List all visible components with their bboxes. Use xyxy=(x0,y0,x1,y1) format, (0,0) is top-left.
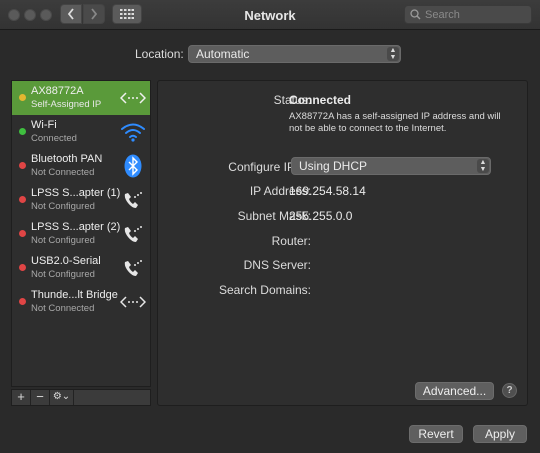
search-input[interactable] xyxy=(425,8,525,21)
service-status: Not Configured xyxy=(31,235,95,246)
service-name: Wi-Fi xyxy=(31,119,57,131)
service-name: AX88772A xyxy=(31,85,84,97)
remove-service-button[interactable]: − xyxy=(31,390,50,405)
apply-button[interactable]: Apply xyxy=(473,425,527,443)
gear-menu-button[interactable]: ⚙⌄ xyxy=(50,390,74,405)
service-name: LPSS S...apter (1) xyxy=(31,187,121,199)
phone-icon xyxy=(120,187,146,213)
advanced-button[interactable]: Advanced... xyxy=(415,382,494,400)
service-item-lpss-2[interactable]: LPSS S...apter (2) Not Configured xyxy=(12,217,150,251)
service-item-wifi[interactable]: Wi-Fi Connected xyxy=(12,115,150,149)
service-list: AX88772A Self-Assigned IP Wi-Fi Connecte… xyxy=(11,80,151,387)
popup-arrows-icon: ▲ ▼ xyxy=(387,47,399,61)
configure-ipv4-popup[interactable]: Using DHCP ▲ ▼ xyxy=(291,157,491,175)
dns-server-label: DNS Server: xyxy=(243,258,311,272)
add-service-button[interactable]: + xyxy=(12,390,31,405)
status-note: AX88772A has a self-assigned IP address … xyxy=(289,111,501,134)
status-dot xyxy=(19,264,26,271)
wifi-icon xyxy=(120,119,146,145)
status-dot xyxy=(19,128,26,135)
service-name: Thunde...lt Bridge xyxy=(31,289,118,301)
service-status: Not Connected xyxy=(31,303,95,314)
location-value: Automatic xyxy=(196,47,250,61)
phone-icon xyxy=(120,221,146,247)
search-domains-label: Search Domains: xyxy=(218,283,311,297)
service-status: Connected xyxy=(31,133,77,144)
ethernet-icon xyxy=(120,289,146,315)
status-dot xyxy=(19,196,26,203)
popup-arrows-icon: ▲ ▼ xyxy=(477,159,489,173)
service-name: LPSS S...apter (2) xyxy=(31,221,121,233)
search-field[interactable] xyxy=(404,5,532,24)
status-dot xyxy=(19,94,26,101)
ip-address-value: 169.254.58.14 xyxy=(289,184,366,198)
title-bar: Network xyxy=(0,0,540,30)
service-status: Self-Assigned IP xyxy=(31,99,102,110)
service-status: Not Configured xyxy=(31,201,95,212)
service-status: Not Configured xyxy=(31,269,95,280)
ethernet-icon xyxy=(120,85,146,111)
service-toolbar: + − ⚙⌄ xyxy=(11,389,151,406)
phone-icon xyxy=(120,255,146,281)
bluetooth-icon xyxy=(120,153,146,179)
subnet-mask-value: 255.255.0.0 xyxy=(289,209,353,223)
help-button[interactable]: ? xyxy=(502,383,517,398)
service-item-thunderbolt-bridge[interactable]: Thunde...lt Bridge Not Connected xyxy=(12,285,150,319)
service-item-bluetooth-pan[interactable]: Bluetooth PAN Not Connected xyxy=(12,149,150,183)
location-popup[interactable]: Automatic ▲ ▼ xyxy=(188,45,401,63)
revert-button[interactable]: Revert xyxy=(409,425,463,443)
status-dot xyxy=(19,162,26,169)
status-dot xyxy=(19,230,26,237)
router-label: Router: xyxy=(271,234,311,248)
service-item-lpss-1[interactable]: LPSS S...apter (1) Not Configured xyxy=(12,183,150,217)
status-dot xyxy=(19,298,26,305)
service-name: Bluetooth PAN xyxy=(31,153,103,165)
service-status: Not Connected xyxy=(31,167,95,178)
status-value: Connected xyxy=(289,93,352,107)
service-item-ax88772a[interactable]: AX88772A Self-Assigned IP xyxy=(12,81,150,115)
service-name: USB2.0-Serial xyxy=(31,255,101,267)
configure-ipv4-value: Using DHCP xyxy=(299,159,368,173)
search-icon xyxy=(410,9,421,20)
service-item-usb-serial[interactable]: USB2.0-Serial Not Configured xyxy=(12,251,150,285)
location-label: Location: xyxy=(135,47,184,61)
